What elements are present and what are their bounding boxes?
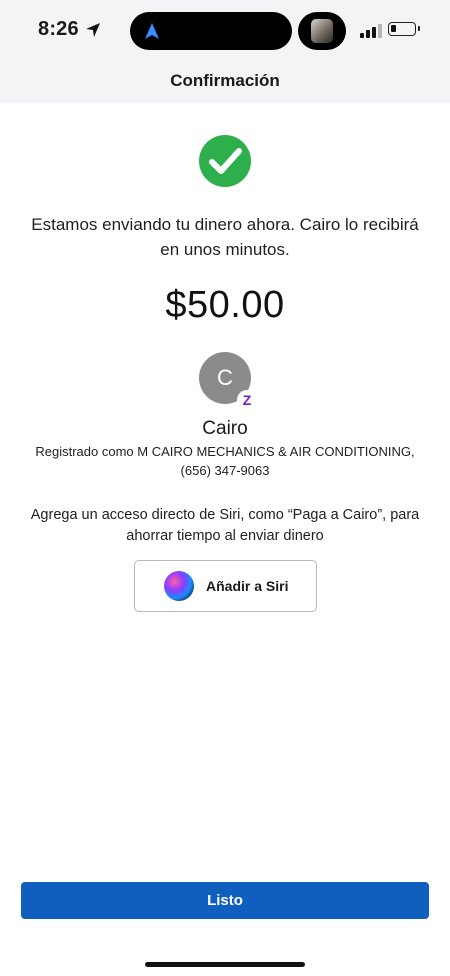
navigation-arrow-icon — [145, 23, 159, 39]
amount-sent: $50.00 — [165, 284, 285, 326]
recipient-phone: (656) 347-9063 — [180, 463, 270, 478]
recipient-registration: Registrado como M CAIRO MECHANICS & AIR … — [20, 442, 430, 480]
confirmation-message: Estamos enviando tu dinero ahora. Cairo … — [31, 215, 419, 259]
page-title: Confirmación — [170, 70, 280, 90]
nav-header: Confirmación — [0, 58, 450, 103]
zelle-badge-icon: Z — [237, 390, 257, 410]
add-to-siri-label: Añadir a Siri — [206, 578, 289, 594]
avatar-initial: C — [217, 365, 233, 390]
zelle-badge-letter: Z — [242, 392, 252, 408]
check-circle-icon — [199, 135, 251, 187]
recipient-name: Cairo — [202, 418, 248, 439]
siri-icon — [164, 571, 194, 601]
home-indicator — [145, 962, 305, 967]
add-to-siri-button[interactable]: Añadir a Siri — [134, 560, 317, 612]
siri-shortcut-prompt: Agrega un acceso directo de Siri, como “… — [30, 507, 420, 544]
location-arrow-icon — [85, 22, 100, 37]
now-playing-island — [298, 12, 346, 50]
status-bar: 8:26 — [0, 0, 450, 58]
status-time: 8:26 — [38, 18, 101, 41]
time-label: 8:26 — [38, 18, 79, 40]
album-art-thumbnail — [311, 19, 333, 43]
dynamic-island — [130, 12, 292, 50]
cellular-signal-icon — [360, 24, 382, 38]
registered-as-text: Registrado como M CAIRO MECHANICS & AIR … — [35, 444, 415, 459]
done-button[interactable]: Listo — [21, 882, 429, 919]
battery-low-icon — [388, 22, 420, 36]
done-button-label: Listo — [207, 892, 243, 909]
